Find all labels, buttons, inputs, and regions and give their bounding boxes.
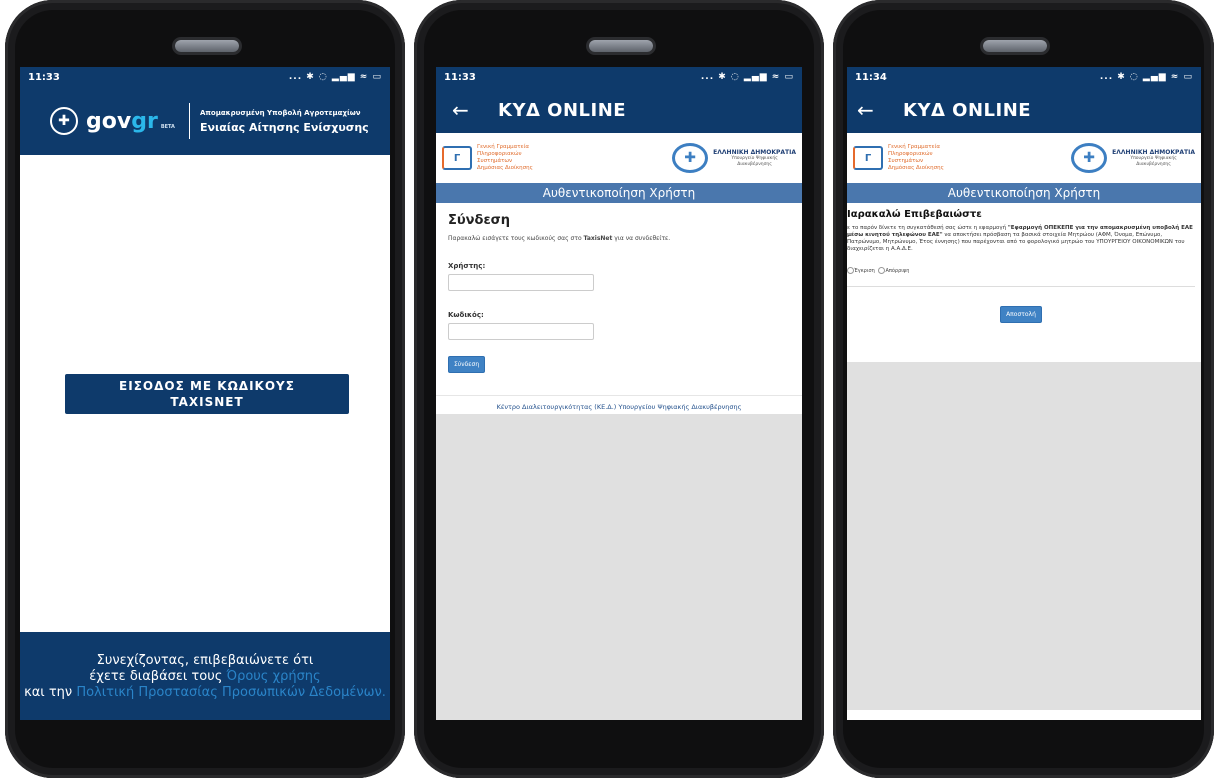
status-icons: ... ✱ ◌ ▂▄▆ ≈ ▭ bbox=[1099, 72, 1193, 82]
status-time: 11:33 bbox=[28, 71, 60, 83]
back-arrow-icon[interactable]: ← bbox=[857, 98, 879, 122]
greek-emblem-icon: ✚ bbox=[50, 107, 78, 135]
gsis-emblem-icon: Γ bbox=[442, 146, 472, 170]
auth-title-bar: Αυθεντικοποίηση Χρήστη bbox=[847, 183, 1201, 203]
status-time: 11:34 bbox=[855, 71, 887, 83]
login-form: Σύνδεση Παρακαλώ εισάγετε τους κωδικούς … bbox=[436, 203, 802, 373]
gsis-logo: Γ Γενική Γραμματεία Πληροφοριακών Συστημά… bbox=[442, 144, 533, 172]
auth-title-bar: Αυθεντικοποίηση Χρήστη bbox=[436, 183, 802, 203]
empty-area bbox=[847, 362, 1201, 710]
app-title: ΚΥΔ ONLINE bbox=[498, 99, 627, 121]
approve-label: Έγκριση bbox=[854, 268, 875, 274]
status-bar: 11:34 ... ✱ ◌ ▂▄▆ ≈ ▭ bbox=[847, 67, 1201, 87]
reject-label: Απόρριψη bbox=[885, 268, 910, 274]
phone3-screen: 11:34 ... ✱ ◌ ▂▄▆ ≈ ▭ ← ΚΥΔ ONLINE Γ Γεν… bbox=[847, 67, 1201, 720]
taxisnet-login-line2: TAXISNET bbox=[170, 395, 244, 409]
status-bar: 11:33 ... ✱ ◌ ▂▄▆ ≈ ▭ bbox=[20, 67, 390, 87]
login-title: Σύνδεση bbox=[448, 213, 511, 228]
phone-frame-3: 11:34 ... ✱ ◌ ▂▄▆ ≈ ▭ ← ΚΥΔ ONLINE Γ Γεν… bbox=[833, 0, 1214, 778]
app-title: ΚΥΔ ONLINE bbox=[903, 99, 1032, 121]
consent-form: Ιαρακαλώ Επιβεβαιώστε ε το παρόν δίνετε … bbox=[847, 209, 1201, 336]
consent-page: Γ Γενική Γραμματεία Πληροφοριακών Συστημά… bbox=[847, 133, 1201, 336]
speaker-grille bbox=[983, 40, 1047, 52]
app-header: ← ΚΥΔ ONLINE bbox=[847, 87, 1201, 133]
password-field[interactable] bbox=[448, 323, 594, 340]
login-page: Γ Γενική Γραμματεία Πληροφοριακών Συστημά… bbox=[436, 133, 802, 418]
login-submit-button[interactable]: Σύνδεση bbox=[448, 356, 486, 373]
back-arrow-icon[interactable]: ← bbox=[452, 98, 474, 122]
logo-row: Γ Γενική Γραμματεία Πληροφοριακών Συστημά… bbox=[847, 133, 1201, 183]
header-divider bbox=[188, 103, 190, 139]
consent-radio-group: Έγκριση Απόρριψη bbox=[847, 267, 1195, 287]
empty-area bbox=[436, 414, 802, 720]
header-subtitle: Απομακρυσμένη Υποβολή Αγροτεμαχίων Ενιαί… bbox=[199, 108, 369, 134]
username-field[interactable] bbox=[448, 274, 594, 291]
phone2-screen: 11:33 ... ✱ ◌ ▂▄▆ ≈ ▭ ← ΚΥΔ ONLINE Γ Γεν… bbox=[436, 67, 802, 720]
govgr-header: ✚ govgr BETA Απομακρυσμένη Υποβολή Αγροτε… bbox=[20, 87, 390, 155]
status-icons: ... ✱ ◌ ▂▄▆ ≈ ▭ bbox=[700, 72, 794, 82]
status-bar: 11:33 ... ✱ ◌ ▂▄▆ ≈ ▭ bbox=[436, 67, 802, 87]
confirm-title: Ιαρακαλώ Επιβεβαιώστε bbox=[847, 209, 982, 220]
phone1-screen: 11:33 ... ✱ ◌ ▂▄▆ ≈ ▭ ✚ govgr BETA Απομακ… bbox=[20, 67, 390, 720]
greek-coat-of-arms-icon: ✚ bbox=[1071, 143, 1108, 173]
privacy-link[interactable]: Πολιτική Προστασίας Προσωπικών Δεδομένων… bbox=[76, 685, 386, 700]
terms-link[interactable]: Όρους χρήσης bbox=[227, 669, 321, 684]
speaker-grille bbox=[175, 40, 239, 52]
app-header: ← ΚΥΔ ONLINE bbox=[436, 87, 802, 133]
send-button[interactable]: Αποστολή bbox=[1000, 306, 1042, 323]
greek-coat-of-arms-icon: ✚ bbox=[672, 143, 709, 173]
approve-radio[interactable] bbox=[847, 267, 854, 274]
govgr-logo: govgr BETA bbox=[86, 108, 175, 134]
consent-footer: Συνεχίζοντας, επιβεβαιώνετε ότι έχετε δι… bbox=[20, 632, 390, 720]
taxisnet-login-button[interactable]: ΕΙΣΟΔΟΣ ΜΕ ΚΩΔΙΚΟΥΣ TAXISNET bbox=[65, 374, 349, 414]
hellenic-republic-logo: ✚ ΕΛΛΗΝΙΚΗ ΔΗΜΟΚΡΑΤΙΑ Υπουργείο Ψηφιακής… bbox=[1071, 143, 1195, 173]
hellenic-republic-logo: ✚ ΕΛΛΗΝΙΚΗ ΔΗΜΟΚΡΑΤΙΑ Υπουργείο Ψηφιακής… bbox=[672, 143, 796, 173]
phone-frame-2: 11:33 ... ✱ ◌ ▂▄▆ ≈ ▭ ← ΚΥΔ ONLINE Γ Γεν… bbox=[414, 0, 824, 778]
speaker-grille bbox=[589, 40, 653, 52]
login-instructions: Παρακαλώ εισάγετε τους κωδικούς σας στο … bbox=[448, 235, 671, 242]
gsis-logo: Γ Γενική Γραμματεία Πληροφοριακών Συστημά… bbox=[853, 144, 944, 172]
taxisnet-login-line1: ΕΙΣΟΔΟΣ ΜΕ ΚΩΔΙΚΟΥΣ bbox=[119, 379, 295, 393]
status-icons: ... ✱ ◌ ▂▄▆ ≈ ▭ bbox=[288, 72, 382, 82]
gsis-emblem-icon: Γ bbox=[853, 146, 883, 170]
username-label: Χρήστης: bbox=[448, 262, 486, 270]
phone-frame-1: 11:33 ... ✱ ◌ ▂▄▆ ≈ ▭ ✚ govgr BETA Απομακ… bbox=[5, 0, 405, 778]
status-time: 11:33 bbox=[444, 71, 476, 83]
password-label: Κωδικός: bbox=[448, 311, 484, 319]
consent-text: ε το παρόν δίνετε τη συγκατάθεσή σας ώστ… bbox=[847, 225, 1193, 252]
logo-row: Γ Γενική Γραμματεία Πληροφοριακών Συστημά… bbox=[436, 133, 802, 183]
